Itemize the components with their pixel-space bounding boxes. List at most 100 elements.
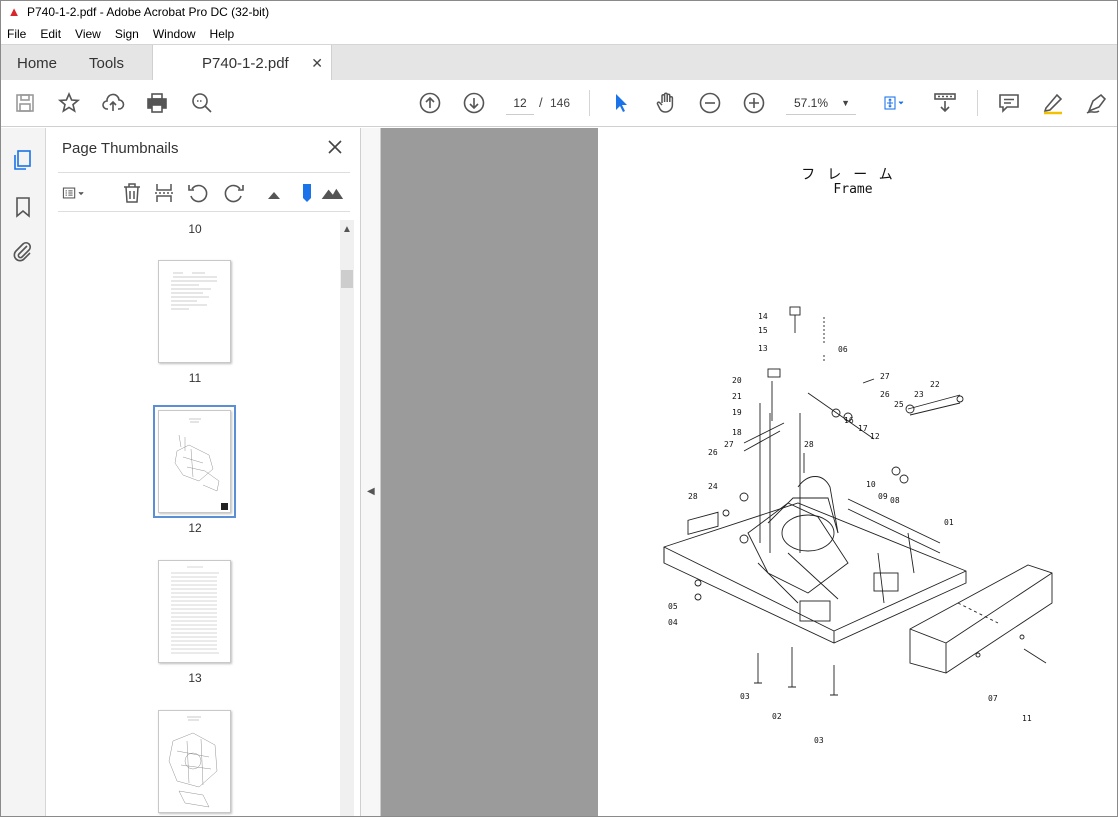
next-page-icon[interactable]: [462, 91, 486, 115]
close-panel-icon[interactable]: [325, 137, 345, 157]
page-thumbnail-11[interactable]: [158, 260, 231, 363]
acrobat-logo-icon: ▲: [7, 4, 21, 19]
page-title-english: Frame: [833, 182, 873, 197]
collapse-panel-icon[interactable]: ◀: [367, 486, 375, 497]
toolbar-divider: [977, 90, 978, 116]
previous-page-icon[interactable]: [418, 91, 442, 115]
thumbnail-toolbar: [58, 172, 350, 212]
callout-label: 25: [894, 400, 904, 409]
callout-label: 27: [724, 440, 734, 449]
highlight-pen-icon[interactable]: [1041, 91, 1065, 115]
menu-file[interactable]: File: [7, 27, 26, 41]
rotate-left-icon[interactable]: [186, 181, 210, 205]
page-thumbnail-12[interactable]: [153, 405, 236, 518]
callout-label: 15: [758, 326, 768, 335]
page-thumbnail-13[interactable]: [158, 560, 231, 663]
thumbnail-larger-icon[interactable]: [320, 181, 348, 205]
callout-label: 05: [668, 602, 678, 611]
page-title-japanese: フレーム: [801, 167, 905, 183]
callout-label: 02: [772, 712, 782, 721]
select-cursor-icon[interactable]: [609, 91, 633, 115]
menu-view[interactable]: View: [75, 27, 101, 41]
menu-sign[interactable]: Sign: [115, 27, 139, 41]
menu-window[interactable]: Window: [153, 27, 196, 41]
tab-document[interactable]: P740-1-2.pdf ✕: [152, 45, 332, 81]
thumbnail-size-slider-icon[interactable]: [295, 181, 319, 205]
callout-label: 23: [914, 390, 924, 399]
thumbnail-label: 11: [188, 371, 202, 385]
upload-cloud-icon[interactable]: [101, 91, 125, 115]
scrollbar-thumb[interactable]: [341, 270, 353, 288]
callout-label: 01: [944, 518, 954, 527]
scroll-up-icon[interactable]: ▲: [342, 224, 352, 235]
menu-help[interactable]: Help: [210, 27, 235, 41]
find-zoom-icon[interactable]: [190, 91, 214, 115]
callout-label: 17: [858, 424, 868, 433]
thumbnail-label: 12: [188, 521, 202, 535]
callout-label: 13: [758, 344, 768, 353]
options-menu-icon[interactable]: [62, 181, 96, 205]
zoom-in-icon[interactable]: [742, 91, 766, 115]
callout-label: 28: [688, 492, 698, 501]
callout-label: 09: [878, 492, 888, 501]
callout-label: 10: [866, 480, 876, 489]
panel-splitter[interactable]: ◀: [361, 128, 381, 816]
main-toolbar: 12 / 146 57.1% ▼: [1, 80, 1117, 127]
callout-label: 28: [804, 440, 814, 449]
callout-label: 03: [740, 692, 750, 701]
attachments-icon[interactable]: [11, 240, 35, 264]
split-page-icon[interactable]: [152, 181, 176, 205]
page-thumbnail-14[interactable]: [158, 710, 231, 813]
page-number-input[interactable]: 12: [506, 91, 534, 115]
tab-document-label: P740-1-2.pdf: [202, 54, 289, 72]
thumbnail-label: 10: [188, 222, 202, 236]
bookmark-star-icon[interactable]: [57, 91, 81, 115]
thumbnail-list[interactable]: 10 11 12 13 ▲: [46, 214, 361, 816]
close-tab-icon[interactable]: ✕: [311, 55, 323, 72]
zoom-out-icon[interactable]: [698, 91, 722, 115]
navigation-rail: [1, 128, 46, 816]
callout-label: 26: [708, 448, 718, 457]
thumbnail-label: 13: [188, 671, 202, 685]
toolbar-divider: [589, 90, 590, 116]
delete-page-icon[interactable]: [120, 181, 144, 205]
thumbnail-smaller-icon[interactable]: [262, 181, 286, 205]
tab-bar: Home Tools P740-1-2.pdf ✕: [1, 44, 1117, 81]
tab-tools[interactable]: Tools: [89, 45, 124, 81]
scroll-mode-icon[interactable]: [933, 91, 957, 115]
callout-label: 16: [844, 416, 854, 425]
sign-pen-icon[interactable]: [1085, 91, 1109, 115]
callout-label: 24: [708, 482, 718, 491]
save-icon[interactable]: [13, 91, 37, 115]
bookmarks-icon[interactable]: [11, 195, 35, 219]
print-icon[interactable]: [145, 91, 169, 115]
comment-icon[interactable]: [997, 91, 1021, 115]
callout-label: 26: [880, 390, 890, 399]
callout-label: 27: [880, 372, 890, 381]
callout-label: 14: [758, 312, 768, 321]
document-viewport[interactable]: フレーム Frame 14 15 13 06 20 21 27 22 19 26…: [381, 128, 1117, 816]
menu-bar: File Edit View Sign Window Help: [1, 23, 1117, 44]
page-thumbnails-panel: Page Thumbnails 10 11 12 13 ▲: [46, 128, 361, 816]
page-separator: /: [539, 95, 543, 110]
page-thumbnails-icon[interactable]: [11, 148, 35, 172]
callout-label: 11: [1022, 714, 1032, 723]
callout-label: 18: [732, 428, 742, 437]
callout-label: 20: [732, 376, 742, 385]
page-display-icon[interactable]: [877, 91, 913, 115]
zoom-level-select[interactable]: 57.1% ▼: [786, 91, 856, 115]
title-bar: ▲ P740-1-2.pdf - Adobe Acrobat Pro DC (3…: [1, 1, 1117, 23]
callout-label: 04: [668, 618, 678, 627]
chevron-down-icon: ▼: [841, 98, 850, 108]
zoom-level-value: 57.1%: [794, 96, 829, 110]
rotate-right-icon[interactable]: [222, 181, 246, 205]
menu-edit[interactable]: Edit: [40, 27, 61, 41]
callout-label: 19: [732, 408, 742, 417]
callout-label: 21: [732, 392, 742, 401]
tab-home[interactable]: Home: [17, 45, 57, 81]
callout-label: 06: [838, 345, 848, 354]
thumbnail-scrollbar[interactable]: ▲: [340, 220, 354, 816]
callout-label: 03: [814, 736, 824, 745]
window-title: P740-1-2.pdf - Adobe Acrobat Pro DC (32-…: [27, 5, 270, 19]
hand-tool-icon[interactable]: [654, 91, 678, 115]
